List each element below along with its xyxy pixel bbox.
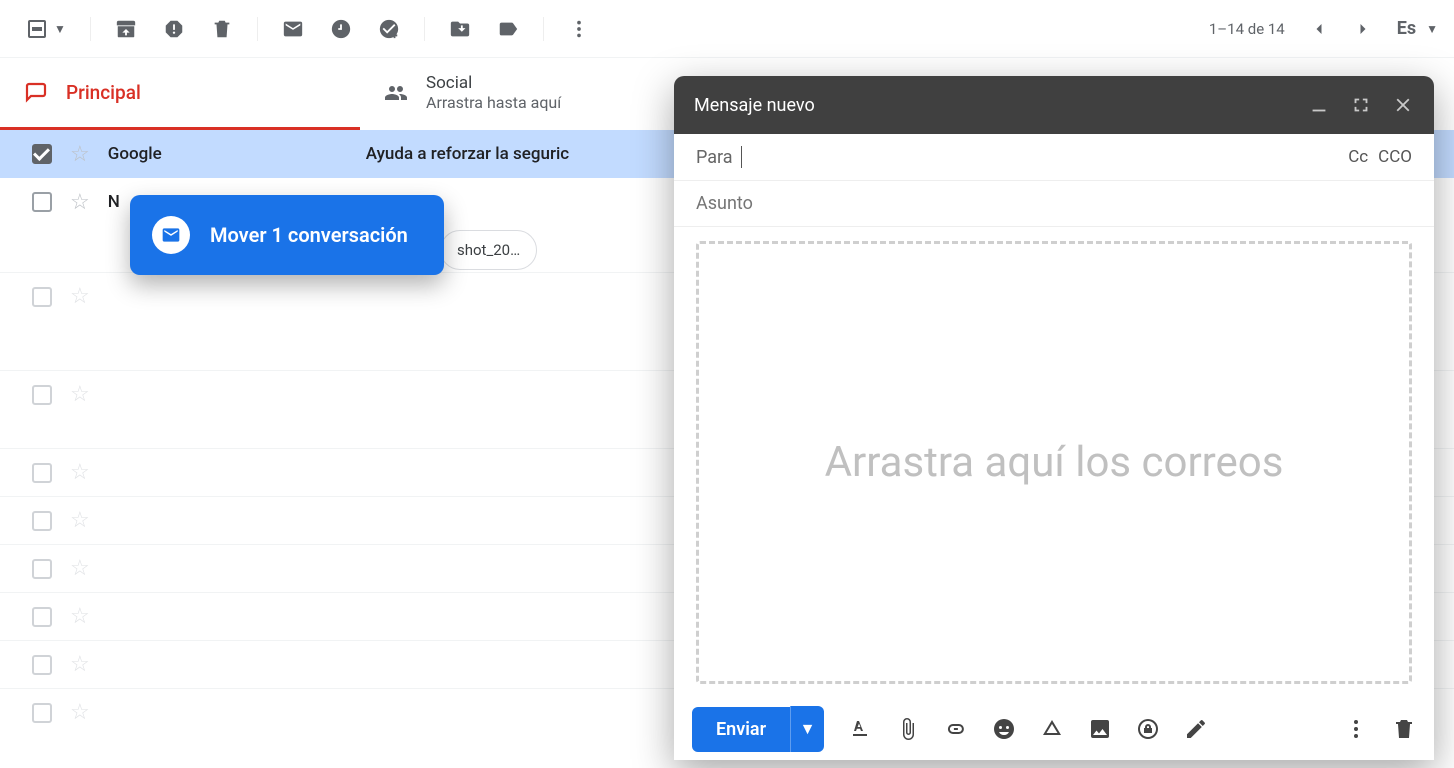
send-button-label: Enviar xyxy=(716,719,766,740)
star-icon[interactable]: ☆ xyxy=(70,142,90,167)
drag-tooltip: Mover 1 conversación xyxy=(130,195,444,275)
delete-icon[interactable] xyxy=(211,18,233,40)
row-checkbox[interactable] xyxy=(32,192,52,212)
snooze-icon[interactable] xyxy=(330,18,352,40)
more-options-icon[interactable] xyxy=(1344,717,1368,741)
send-button[interactable]: Enviar xyxy=(692,707,790,752)
next-page-icon[interactable] xyxy=(1353,19,1373,39)
prev-page-icon[interactable] xyxy=(1309,19,1329,39)
emoji-icon[interactable] xyxy=(992,717,1016,741)
star-icon[interactable]: ☆ xyxy=(70,190,90,215)
drag-tooltip-label: Mover 1 conversación xyxy=(210,223,408,247)
dropzone-placeholder: Arrastra aquí los correos xyxy=(825,438,1284,487)
tab-social-title: Social xyxy=(426,73,561,93)
row-checkbox[interactable] xyxy=(32,144,52,164)
input-language-button[interactable]: Es ▼ xyxy=(1397,18,1438,39)
main-toolbar: ▼ 1–14 de 14 Es ▼ xyxy=(0,0,1454,58)
compose-body-dropzone[interactable]: Arrastra aquí los correos xyxy=(696,241,1412,684)
pagination-text: 1–14 de 14 xyxy=(1209,20,1285,38)
row-sender: Google xyxy=(108,144,348,164)
tab-social-subtitle: Arrastra hasta aquí xyxy=(426,93,561,112)
format-text-icon[interactable] xyxy=(848,717,872,741)
minimize-icon[interactable] xyxy=(1308,94,1330,116)
discard-icon[interactable] xyxy=(1392,717,1416,741)
mail-icon xyxy=(152,216,190,254)
compose-title: Mensaje nuevo xyxy=(694,95,815,116)
fullscreen-icon[interactable] xyxy=(1350,94,1372,116)
send-options-button[interactable]: ▼ xyxy=(790,706,824,752)
compose-window: Mensaje nuevo Para Cc CCO Arrastra aquí … xyxy=(674,76,1434,760)
compose-toolbar: Enviar ▼ xyxy=(674,698,1434,760)
to-field[interactable]: Para Cc CCO xyxy=(674,134,1434,181)
drive-icon[interactable] xyxy=(1040,717,1064,741)
subject-input[interactable] xyxy=(696,193,1412,214)
mark-unread-icon[interactable] xyxy=(282,18,304,40)
add-task-icon[interactable] xyxy=(378,18,400,40)
people-icon xyxy=(384,81,408,105)
chevron-down-icon: ▼ xyxy=(54,22,66,36)
link-icon[interactable] xyxy=(944,717,968,741)
close-icon[interactable] xyxy=(1392,94,1414,116)
bcc-button[interactable]: CCO xyxy=(1378,147,1412,167)
attach-icon[interactable] xyxy=(896,717,920,741)
labels-icon[interactable] xyxy=(497,18,519,40)
select-all-checkbox[interactable]: ▼ xyxy=(28,20,66,38)
input-language-label: Es xyxy=(1397,18,1416,39)
chevron-down-icon: ▼ xyxy=(1426,22,1438,36)
to-label: Para xyxy=(696,147,733,168)
attachment-chip-label: shot_20… xyxy=(457,241,520,259)
subject-field[interactable] xyxy=(674,181,1434,227)
tab-primary[interactable]: Principal xyxy=(0,58,360,130)
tab-social[interactable]: Social Arrastra hasta aquí xyxy=(360,58,720,130)
compose-header[interactable]: Mensaje nuevo xyxy=(674,76,1434,134)
move-to-icon[interactable] xyxy=(449,18,471,40)
archive-icon[interactable] xyxy=(115,18,137,40)
cc-button[interactable]: Cc xyxy=(1348,147,1368,167)
tab-primary-label: Principal xyxy=(66,81,141,104)
report-spam-icon[interactable] xyxy=(163,18,185,40)
image-icon[interactable] xyxy=(1088,717,1112,741)
attachment-chip[interactable]: shot_20… xyxy=(440,230,537,270)
more-icon[interactable] xyxy=(568,18,590,40)
to-input[interactable] xyxy=(741,146,1341,168)
inbox-icon xyxy=(24,81,48,105)
pen-icon[interactable] xyxy=(1184,717,1208,741)
confidential-icon[interactable] xyxy=(1136,717,1160,741)
